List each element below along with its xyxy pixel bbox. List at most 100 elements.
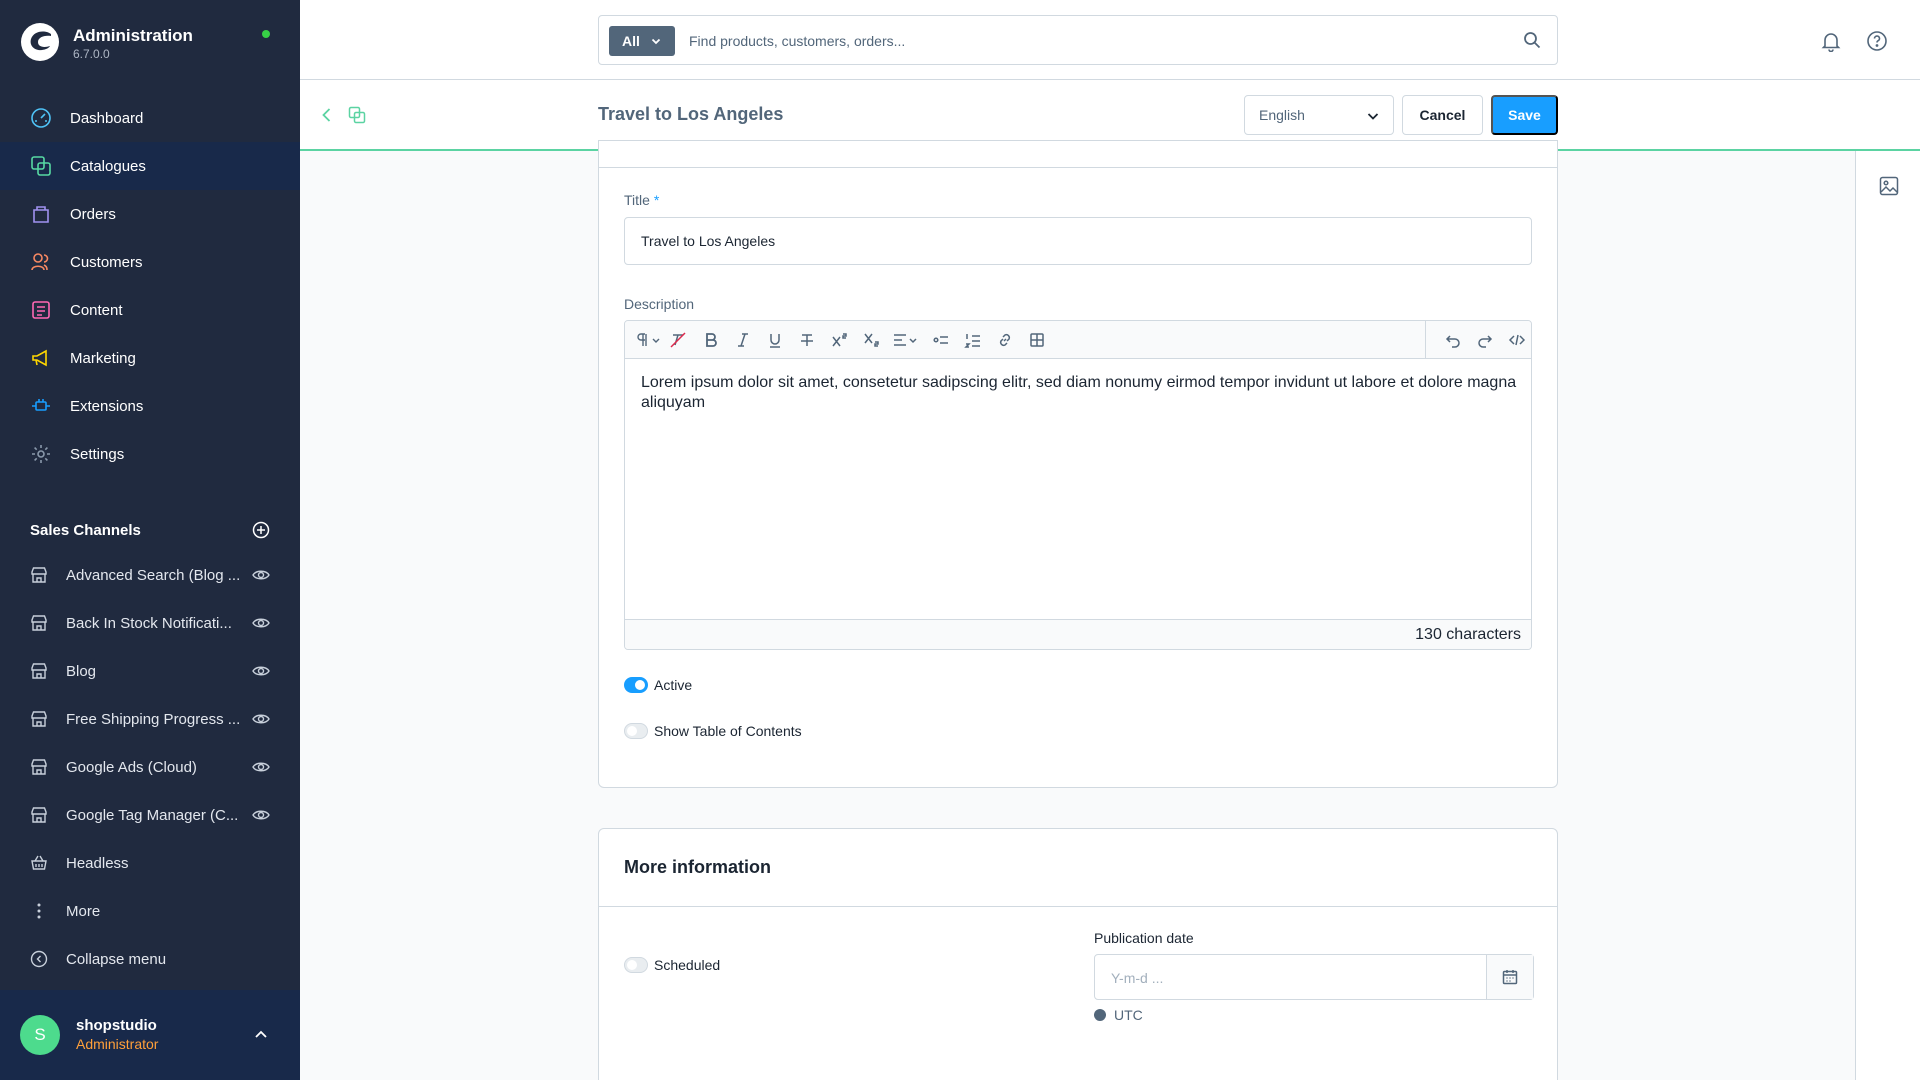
underline-button[interactable] [766, 331, 784, 349]
save-button[interactable]: Save [1491, 95, 1558, 135]
scheduled-switch-row[interactable]: Scheduled [624, 957, 720, 973]
table-button[interactable] [1028, 331, 1046, 349]
calendar-icon [1502, 970, 1518, 985]
nav-item-extensions[interactable]: Extensions [0, 382, 300, 430]
sidebar: Administration 6.7.0.0 Dashboard Catalog… [0, 0, 300, 1080]
sales-channel-item[interactable]: Free Shipping Progress ... [0, 695, 300, 743]
timezone-hint: UTC [1094, 1007, 1143, 1023]
editor-toolbar [625, 321, 1531, 359]
required-mark: * [653, 192, 660, 208]
scheduled-label: Scheduled [654, 957, 721, 973]
collapse-arrow-icon [30, 950, 48, 968]
numbered-list-button[interactable] [964, 331, 982, 349]
nav-item-label: Settings [70, 445, 125, 463]
image-icon[interactable] [1878, 175, 1900, 197]
storefront-icon [31, 663, 47, 679]
nav-item-settings[interactable]: Settings [0, 430, 300, 478]
nav-item-dashboard[interactable]: Dashboard [0, 94, 300, 142]
chevron-down-icon [651, 38, 661, 45]
nav-item-content[interactable]: Content [0, 286, 300, 334]
sales-channel-item[interactable]: Google Tag Manager (C... [0, 791, 300, 839]
sales-channel-item[interactable]: Advanced Search (Blog ... [0, 551, 300, 599]
scheduled-toggle[interactable] [624, 957, 648, 973]
user-menu[interactable]: S shopstudio Administrator [0, 990, 300, 1080]
nav-item-marketing[interactable]: Marketing [0, 334, 300, 382]
toolbar-divider [1425, 321, 1426, 359]
sales-channel-label: Back In Stock Notificati... [66, 614, 232, 632]
remove-format-button[interactable] [669, 331, 687, 349]
sales-channel-item[interactable]: Back In Stock Notificati... [0, 599, 300, 647]
title-input[interactable]: Travel to Los Angeles [624, 217, 1532, 265]
more-information-card: More information Scheduled Publication d… [598, 828, 1558, 1080]
language-switch[interactable]: English [1244, 95, 1394, 135]
strikethrough-icon [801, 334, 813, 346]
paragraph-format-button[interactable] [635, 331, 663, 349]
active-toggle[interactable] [624, 677, 648, 693]
storefront-icon [31, 807, 47, 823]
undo-icon [1445, 335, 1460, 348]
more-channels-item[interactable]: More [0, 887, 300, 935]
eye-icon[interactable] [252, 806, 270, 824]
publication-date-field [1094, 954, 1534, 1000]
search-type-dropdown[interactable]: All [609, 26, 675, 56]
more-vertical-icon [37, 903, 41, 919]
bold-button[interactable] [702, 331, 720, 349]
eye-icon[interactable] [252, 662, 270, 680]
add-sales-channel-icon[interactable] [252, 521, 270, 539]
chevron-up-icon[interactable] [252, 1026, 270, 1044]
sales-channel-item[interactable]: Google Ads (Cloud) [0, 743, 300, 791]
code-view-button[interactable] [1508, 331, 1526, 349]
bullet-list-icon [933, 336, 948, 344]
publication-date-input[interactable] [1111, 967, 1471, 989]
text-align-button[interactable] [892, 331, 920, 349]
redo-button[interactable] [1476, 331, 1494, 349]
strikethrough-button[interactable] [798, 331, 816, 349]
nav-item-label: Orders [70, 205, 116, 223]
search-input[interactable] [689, 26, 1489, 56]
link-icon [999, 333, 1011, 347]
calendar-button[interactable] [1486, 955, 1533, 999]
paragraph-icon [637, 333, 660, 346]
active-switch-row[interactable]: Active [624, 677, 692, 693]
collapse-menu-item[interactable]: Collapse menu [0, 935, 300, 983]
search-type-label: All [622, 33, 640, 49]
toggle-knob [635, 680, 645, 690]
back-arrow-icon[interactable] [318, 106, 336, 124]
eye-icon[interactable] [252, 566, 270, 584]
italic-icon [738, 333, 748, 347]
help-icon[interactable] [1866, 30, 1888, 52]
italic-button[interactable] [734, 331, 752, 349]
global-search: All [598, 15, 1558, 65]
description-text[interactable]: Lorem ipsum dolor sit amet, consetetur s… [641, 373, 1517, 413]
sales-channel-label: Google Tag Manager (C... [66, 806, 239, 824]
toc-toggle[interactable] [624, 723, 648, 739]
sales-channel-item[interactable]: Headless [0, 839, 300, 887]
catalogue-icon[interactable] [348, 106, 366, 124]
nav-item-catalogues[interactable]: Catalogues [0, 142, 300, 190]
sales-channel-item[interactable]: Blog [0, 647, 300, 695]
orders-bag-icon [33, 206, 49, 223]
dashboard-gauge-icon [31, 108, 51, 128]
sales-channel-label: Headless [66, 854, 129, 872]
bullet-list-button[interactable] [932, 331, 950, 349]
eye-icon[interactable] [252, 710, 270, 728]
table-icon [1030, 333, 1044, 347]
search-icon[interactable] [1523, 31, 1541, 49]
cancel-button[interactable]: Cancel [1402, 95, 1483, 135]
undo-button[interactable] [1444, 331, 1462, 349]
link-button[interactable] [996, 331, 1014, 349]
nav-item-customers[interactable]: Customers [0, 238, 300, 286]
nav-item-orders[interactable]: Orders [0, 190, 300, 238]
sidebar-panel [1855, 151, 1920, 1080]
subscript-button[interactable] [862, 331, 880, 349]
eye-icon[interactable] [252, 758, 270, 776]
title-label-text: Title [624, 192, 650, 208]
notification-bell-icon[interactable] [1820, 30, 1842, 52]
main-nav: Dashboard Catalogues Orders Customers Co… [0, 94, 300, 478]
superscript-button[interactable] [830, 331, 848, 349]
eye-icon[interactable] [252, 614, 270, 632]
toc-switch-row[interactable]: Show Table of Contents [624, 723, 802, 739]
megaphone-icon [32, 349, 47, 367]
superscript-icon [832, 333, 847, 347]
sales-channels-title: Sales Channels [30, 521, 141, 539]
